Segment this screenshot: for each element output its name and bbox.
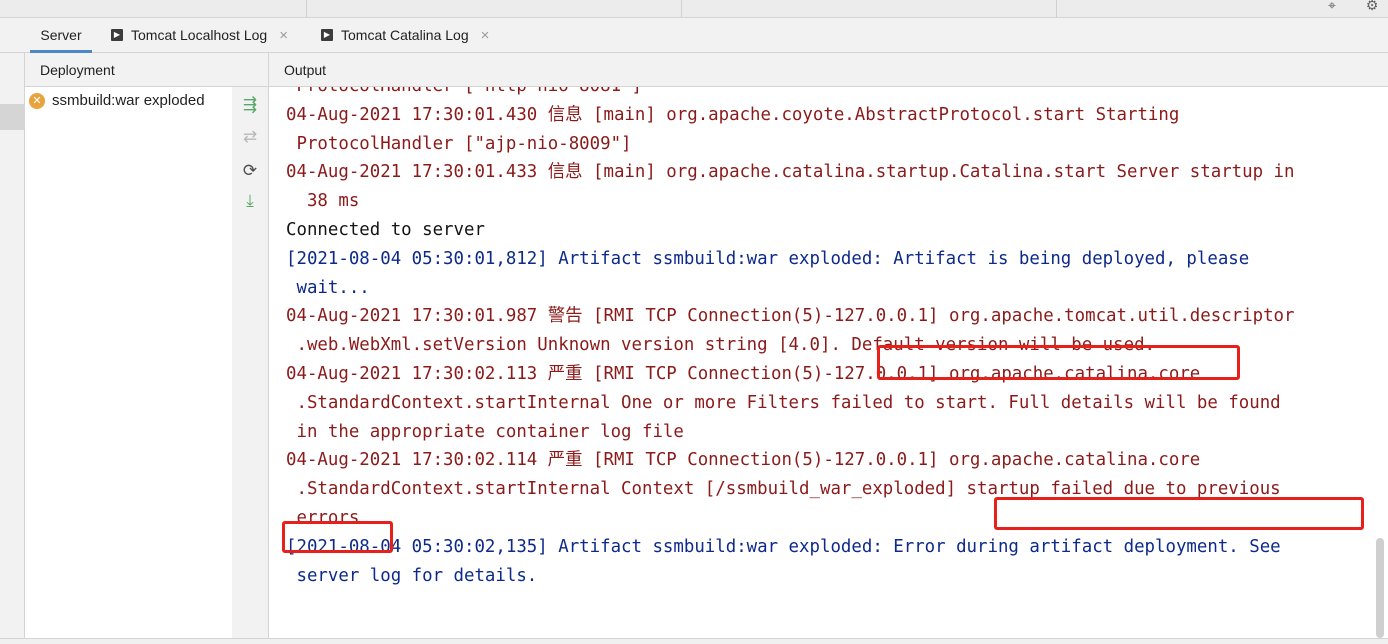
- output-header: Output: [269, 53, 1388, 87]
- log-line: ProtocolHandler ["http-nio-8081"]: [286, 87, 1295, 101]
- highlight-box: [877, 345, 1240, 380]
- log-line: wait...: [286, 277, 370, 298]
- console-icon: ▶: [111, 29, 123, 41]
- close-icon[interactable]: ×: [279, 27, 288, 44]
- log-line: 04-Aug-2021 17:30:02.114 严重 [RMI TCP Con…: [286, 450, 1201, 471]
- deployment-item[interactable]: ✕ ssmbuild:war exploded: [29, 92, 205, 109]
- log-line: .StandardContext.startInternal One or mo…: [286, 392, 1281, 413]
- deployment-actions-toolbar: ⇶ ⇄ ⟳ ⤓: [232, 87, 269, 644]
- highlight-box: [994, 497, 1364, 530]
- deployment-header: Deployment: [25, 53, 269, 87]
- deployment-item-label: ssmbuild:war exploded: [52, 92, 205, 109]
- tab-tomcat-catalina-log[interactable]: ▶ Tomcat Catalina Log ×: [321, 18, 489, 52]
- top-toolbar-strip: ⌖ ⚙: [0, 0, 1388, 18]
- log-line: in the appropriate container log file: [286, 421, 684, 442]
- close-icon[interactable]: ×: [481, 27, 490, 44]
- output-console[interactable]: ProtocolHandler ["http-nio-8081"] 04-Aug-…: [270, 87, 1374, 638]
- log-line: 04-Aug-2021 17:30:01.430 信息 [main] org.a…: [286, 104, 1180, 125]
- log-line: Connected to server: [286, 219, 485, 240]
- deployment-title: Deployment: [40, 62, 115, 78]
- log-line: 38 ms: [286, 191, 360, 212]
- gear-icon[interactable]: ⚙: [1364, 0, 1380, 12]
- toolbar-divider: [306, 0, 307, 17]
- log-line: 04-Aug-2021 17:30:01.433 信息 [main] org.a…: [286, 162, 1295, 183]
- gutter-selection: [0, 104, 25, 130]
- log-line: [2021-08-04 05:30:01,812] Artifact ssmbu…: [286, 248, 1250, 269]
- log-line: ProtocolHandler ["ajp-nio-8009"]: [286, 133, 632, 154]
- log-line: [2021-08-04 05:30:02,135] Artifact ssmbu…: [286, 536, 1281, 557]
- output-title: Output: [284, 62, 327, 78]
- scrollbar-thumb[interactable]: [1376, 538, 1384, 638]
- left-gutter-strip: [0, 53, 25, 644]
- tab-label: Tomcat Catalina Log: [341, 27, 469, 43]
- target-icon[interactable]: ⌖: [1324, 0, 1340, 12]
- deploy-all-icon[interactable]: ⇶: [240, 95, 260, 115]
- console-icon: ▶: [321, 29, 333, 41]
- tab-label: Server: [40, 27, 82, 43]
- toolbar-divider: [681, 0, 682, 17]
- tab-tomcat-localhost-log[interactable]: ▶ Tomcat Localhost Log ×: [111, 18, 288, 52]
- tab-server[interactable]: Server: [30, 18, 92, 53]
- refresh-icon[interactable]: ⟳: [240, 161, 260, 181]
- highlight-box: [282, 521, 393, 553]
- update-icon[interactable]: ⤓: [240, 191, 260, 211]
- undeploy-icon[interactable]: ⇄: [240, 127, 260, 147]
- log-tab-bar: Server ▶ Tomcat Localhost Log × ▶ Tomcat…: [0, 18, 1388, 53]
- log-line: server log for details.: [286, 565, 538, 586]
- vertical-scrollbar[interactable]: [1374, 87, 1388, 638]
- deployment-list: ✕ ssmbuild:war exploded: [25, 87, 232, 644]
- tab-label: Tomcat Localhost Log: [131, 27, 268, 43]
- warning-icon: ✕: [29, 92, 45, 109]
- toolbar-divider: [1056, 0, 1057, 17]
- log-line: 04-Aug-2021 17:30:01.987 警告 [RMI TCP Con…: [286, 306, 1295, 327]
- bottom-border: [0, 638, 1388, 644]
